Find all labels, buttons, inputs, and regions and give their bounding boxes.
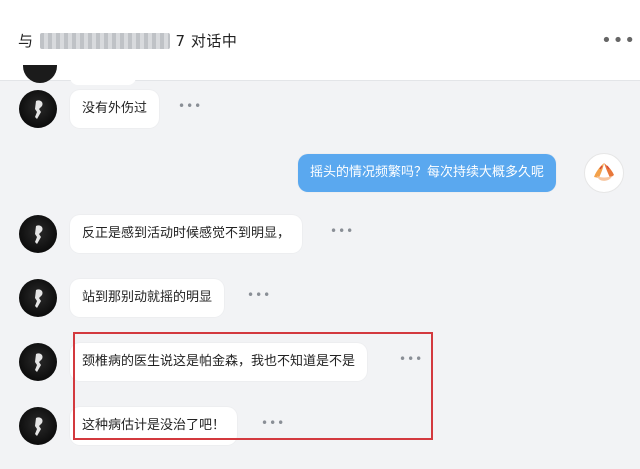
chat-header: 与 7 对话中 ••• bbox=[0, 0, 640, 81]
avatar[interactable] bbox=[19, 407, 57, 445]
person-icon bbox=[35, 289, 43, 308]
avatar[interactable] bbox=[19, 279, 57, 317]
chat-title: 与 7 对话中 bbox=[18, 30, 237, 51]
message-bubble-mine[interactable]: 摇头的情况频繁吗？每次持续大概多久呢 bbox=[298, 154, 557, 192]
avatar bbox=[23, 65, 57, 83]
hands-icon bbox=[594, 163, 614, 181]
message-bubble[interactable]: 站到那别动就摇的明显 bbox=[70, 279, 225, 317]
person-icon bbox=[35, 100, 43, 119]
message-bubble-cropped bbox=[70, 75, 136, 85]
avatar[interactable] bbox=[19, 343, 57, 381]
person-icon bbox=[35, 417, 43, 436]
avatar[interactable] bbox=[19, 90, 57, 128]
title-suffix: 对话中 bbox=[190, 32, 238, 50]
avatar[interactable] bbox=[19, 215, 57, 253]
more-options-icon[interactable]: ••• bbox=[601, 30, 636, 51]
masked-contact-name bbox=[39, 33, 170, 49]
my-avatar[interactable] bbox=[584, 153, 624, 193]
highlight-annotation-box bbox=[73, 332, 433, 440]
chat-messages: 没有外伤过 ••• 摇头的情况频繁吗？每次持续大概多久呢 反正是感到活动时候感觉… bbox=[0, 65, 640, 469]
title-masked-char: 7 bbox=[175, 32, 186, 50]
person-icon bbox=[35, 225, 43, 244]
message-more-icon[interactable]: ••• bbox=[178, 99, 202, 113]
message-more-icon[interactable]: ••• bbox=[330, 224, 354, 238]
message-more-icon[interactable]: ••• bbox=[247, 288, 271, 302]
message-bubble[interactable]: 没有外伤过 bbox=[70, 90, 160, 128]
message-bubble[interactable]: 反正是感到活动时候感觉不到明显， bbox=[70, 215, 303, 253]
title-prefix: 与 bbox=[18, 32, 34, 50]
person-icon bbox=[35, 353, 43, 372]
